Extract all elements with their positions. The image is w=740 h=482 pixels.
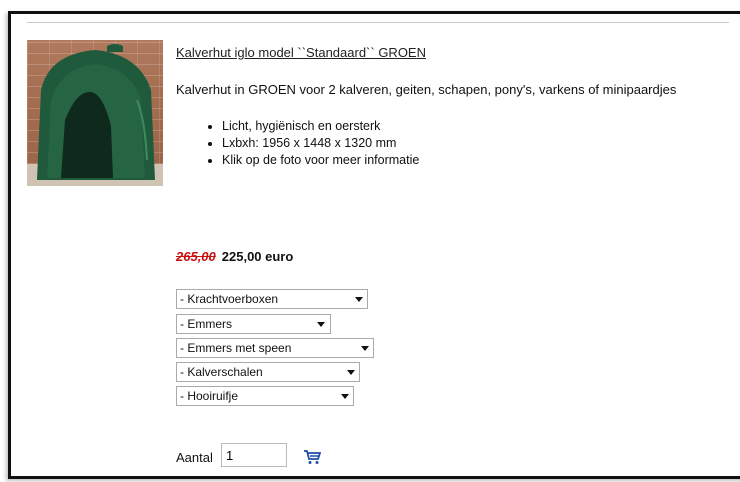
product-title-link[interactable]: Kalverhut iglo model ``Standaard`` GROEN xyxy=(176,45,426,60)
old-price: 265,00 xyxy=(176,249,216,264)
option-select-krachtvoerboxen[interactable]: - Krachtvoerboxen xyxy=(176,289,368,309)
calf-hutch-graphic xyxy=(37,44,155,180)
option-select-hooiruifje[interactable]: - Hooiruifje xyxy=(176,386,354,406)
option-select-value: - Hooiruifje xyxy=(180,389,239,403)
option-select-value: - Kalverschalen xyxy=(180,365,263,379)
option-select-emmers-met-speen[interactable]: - Emmers met speen xyxy=(176,338,374,358)
feature-list: Licht, hygiënisch en oersterk Lxbxh: 195… xyxy=(190,118,419,169)
quantity-input[interactable] xyxy=(221,443,287,467)
feature-item: Licht, hygiënisch en oersterk xyxy=(222,118,419,135)
cart-icon[interactable] xyxy=(303,449,321,465)
product-description: Kalverhut in GROEN voor 2 kalveren, geit… xyxy=(176,82,677,97)
chevron-down-icon xyxy=(347,370,355,375)
chevron-down-icon xyxy=(341,394,349,399)
product-photo[interactable] xyxy=(27,40,163,186)
chevron-down-icon xyxy=(317,322,325,327)
quantity-label: Aantal xyxy=(176,450,213,465)
option-select-value: - Krachtvoerboxen xyxy=(180,292,279,306)
option-select-value: - Emmers xyxy=(180,317,232,331)
feature-item: Klik op de foto voor meer informatie xyxy=(222,152,419,169)
new-price: 225,00 euro xyxy=(221,249,294,264)
chevron-down-icon xyxy=(355,297,363,302)
option-select-value: - Emmers met speen xyxy=(180,341,292,355)
option-select-kalverschalen[interactable]: - Kalverschalen xyxy=(176,362,360,382)
divider xyxy=(27,22,729,23)
price: 265,00 225,00 euro xyxy=(176,249,293,264)
option-select-emmers[interactable]: - Emmers xyxy=(176,314,331,334)
feature-item: Lxbxh: 1956 x 1448 x 1320 mm xyxy=(222,135,419,152)
chevron-down-icon xyxy=(361,346,369,351)
